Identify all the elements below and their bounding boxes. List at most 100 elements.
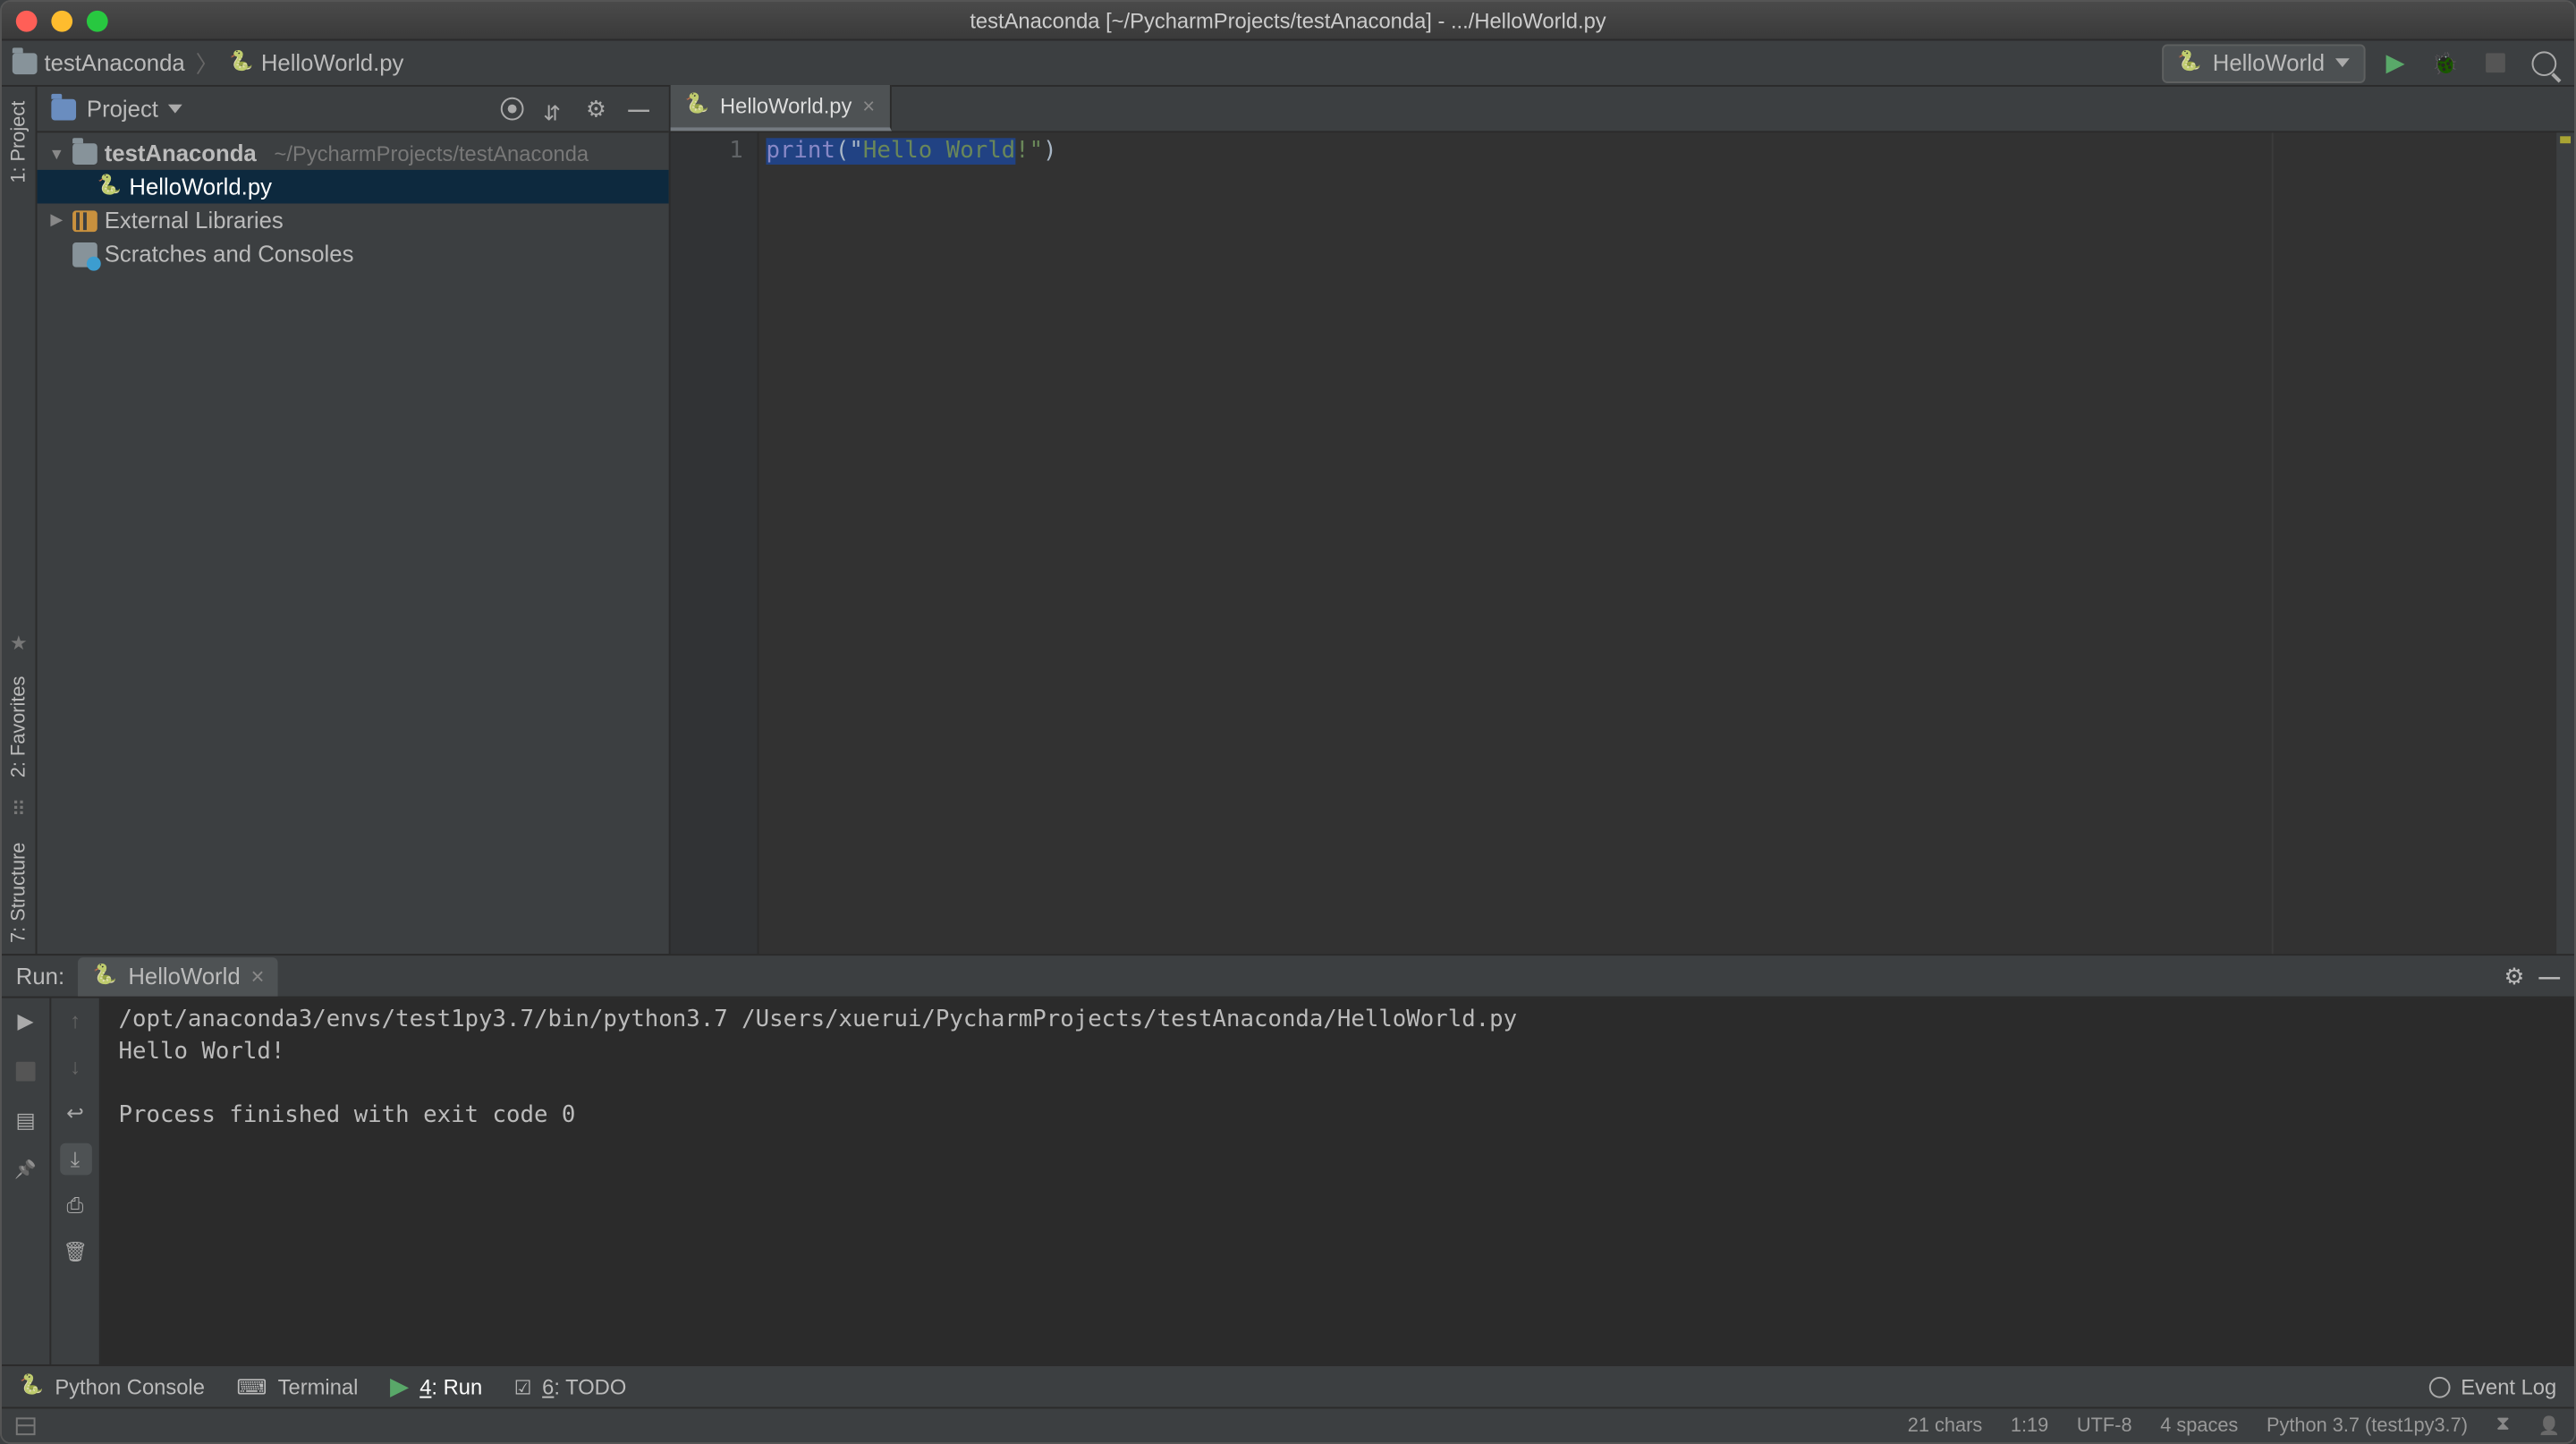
run-config-selector[interactable]: HelloWorld: [2161, 43, 2365, 82]
clear-all-button[interactable]: [59, 1236, 91, 1268]
layout-button[interactable]: [10, 1104, 42, 1136]
status-indent[interactable]: 4 spaces: [2160, 1414, 2238, 1436]
todo-icon: [514, 1374, 532, 1399]
stop-button[interactable]: [2475, 43, 2514, 82]
tool-windows-button[interactable]: [16, 1416, 36, 1434]
run-button[interactable]: ▶: [2376, 43, 2415, 82]
python-icon: [20, 1374, 45, 1399]
run-config-label: HelloWorld: [2213, 49, 2325, 76]
stop-icon: [16, 1061, 36, 1081]
expand-arrow-icon[interactable]: [47, 144, 65, 162]
tree-root-name: testAnaconda: [105, 140, 257, 166]
tree-scratches-label: Scratches and Consoles: [105, 241, 354, 268]
maximize-window-button[interactable]: [87, 10, 108, 31]
up-stack-button[interactable]: [59, 1006, 91, 1038]
editor-tabs: HelloWorld.py ×: [671, 87, 2574, 132]
breadcrumb-project[interactable]: testAnaconda: [13, 49, 185, 76]
chevron-down-icon: [169, 105, 183, 114]
project-tool-window: Project testAnaconda ~/PycharmProjects/t…: [38, 87, 671, 954]
tool-structure-tab[interactable]: 7: Structure: [4, 832, 33, 954]
window-controls: [16, 10, 108, 31]
breadcrumb-separator: 〉: [196, 46, 219, 80]
run-label: Run:: [16, 963, 64, 990]
code-line-1[interactable]: print("Hello World!"): [766, 136, 2567, 168]
editor-area: HelloWorld.py × 1 print("Hello World!"): [671, 87, 2574, 954]
python-console-tab[interactable]: Python Console: [20, 1374, 205, 1399]
editor-body[interactable]: 1 print("Hello World!"): [671, 132, 2574, 954]
project-view-label: Project: [87, 96, 158, 123]
tree-root-path: ~/PycharmProjects/testAnaconda: [275, 140, 589, 166]
collapse-all-button[interactable]: [538, 93, 570, 125]
folder-icon: [13, 52, 38, 73]
terminal-icon: [237, 1374, 267, 1399]
close-tab-button[interactable]: ×: [862, 94, 875, 119]
error-stripe[interactable]: [2556, 132, 2574, 954]
left-tool-stripe: 1: Project ★ 2: Favorites ⠿ 7: Structure: [2, 87, 38, 954]
warning-marker-icon[interactable]: [2560, 136, 2571, 143]
scroll-to-end-button[interactable]: [59, 1143, 91, 1176]
expand-arrow-icon[interactable]: [47, 210, 65, 230]
tree-root[interactable]: testAnaconda ~/PycharmProjects/testAnaco…: [38, 136, 669, 170]
run-left-toolbar: ▶: [2, 998, 51, 1364]
rerun-button[interactable]: ▶: [10, 1006, 42, 1038]
structure-icon: ⠿: [12, 798, 26, 821]
main-content: 1: Project ★ 2: Favorites ⠿ 7: Structure…: [2, 87, 2574, 954]
python-file-icon: [229, 50, 254, 75]
run-body: ▶ /opt/anaconda3/envs/test1py3.7/bin/pyt…: [2, 998, 2574, 1364]
python-file-icon: [93, 964, 118, 989]
print-button[interactable]: [59, 1189, 91, 1221]
bottom-tool-stripe: Python Console Terminal ▶ 4: Run 6: TODO…: [2, 1364, 2574, 1406]
soft-wrap-button[interactable]: [59, 1097, 91, 1129]
folder-icon: [72, 142, 97, 164]
project-view-selector[interactable]: Project: [51, 96, 182, 123]
console-output[interactable]: /opt/anaconda3/envs/test1py3.7/bin/pytho…: [101, 998, 2574, 1364]
collapse-icon: [543, 98, 564, 120]
pin-button[interactable]: [10, 1154, 42, 1186]
minimize-window-button[interactable]: [51, 10, 72, 31]
project-tool-header: Project: [38, 87, 669, 132]
breadcrumb-project-label: testAnaconda: [44, 49, 184, 76]
status-interpreter[interactable]: Python 3.7 (test1py3.7): [2267, 1414, 2468, 1436]
status-caret-position[interactable]: 1:19: [2011, 1414, 2048, 1436]
breadcrumb-file[interactable]: HelloWorld.py: [229, 49, 403, 76]
debug-button[interactable]: [2426, 43, 2465, 82]
editor-tab-hello[interactable]: HelloWorld.py ×: [671, 85, 891, 131]
status-chars: 21 chars: [1908, 1414, 1982, 1436]
status-bar: 21 chars 1:19 UTF-8 4 spaces Python 3.7 …: [2, 1407, 2574, 1443]
run-tab[interactable]: ▶ 4: Run: [390, 1372, 482, 1402]
hide-run-button[interactable]: [2538, 963, 2560, 990]
down-stack-button[interactable]: [59, 1051, 91, 1083]
memory-indicator-icon[interactable]: [2538, 1414, 2561, 1436]
tool-favorites-tab[interactable]: 2: Favorites: [4, 665, 33, 787]
stop-run-button[interactable]: [10, 1055, 42, 1087]
project-tree[interactable]: testAnaconda ~/PycharmProjects/testAnaco…: [38, 132, 669, 954]
run-tab-hello[interactable]: HelloWorld ×: [79, 956, 278, 996]
right-margin-line: [2272, 132, 2274, 954]
code-content[interactable]: print("Hello World!"): [759, 132, 2574, 954]
status-encoding[interactable]: UTF-8: [2077, 1414, 2132, 1436]
tree-file-hello[interactable]: HelloWorld.py: [38, 170, 669, 204]
locate-button[interactable]: [496, 93, 528, 125]
run-settings-button[interactable]: [2504, 962, 2525, 990]
line-number-gutter: 1: [671, 132, 759, 954]
window-title: testAnaconda [~/PycharmProjects/testAnac…: [2, 8, 2574, 33]
project-icon: [51, 98, 76, 120]
python-file-icon: [97, 174, 123, 200]
todo-tab[interactable]: 6: TODO: [514, 1374, 627, 1399]
line-number-1: 1: [671, 136, 743, 168]
navigation-bar: testAnaconda 〉 HelloWorld.py HelloWorld …: [2, 40, 2574, 86]
terminal-tab[interactable]: Terminal: [237, 1374, 359, 1399]
event-log-tab[interactable]: Event Log: [2429, 1374, 2557, 1399]
background-tasks-icon[interactable]: [2496, 1414, 2510, 1437]
hide-button[interactable]: [623, 93, 655, 125]
close-window-button[interactable]: [16, 10, 38, 31]
library-icon: [72, 209, 97, 231]
tree-scratches[interactable]: Scratches and Consoles: [38, 237, 669, 271]
run-tool-header: Run: HelloWorld ×: [2, 956, 2574, 998]
tree-external-libraries[interactable]: External Libraries: [38, 203, 669, 237]
run-tool-window: Run: HelloWorld × ▶: [2, 954, 2574, 1364]
settings-button[interactable]: [580, 93, 613, 125]
search-everywhere-button[interactable]: [2525, 43, 2564, 82]
tool-project-tab[interactable]: 1: Project: [4, 90, 33, 194]
close-run-tab-button[interactable]: ×: [251, 963, 265, 990]
